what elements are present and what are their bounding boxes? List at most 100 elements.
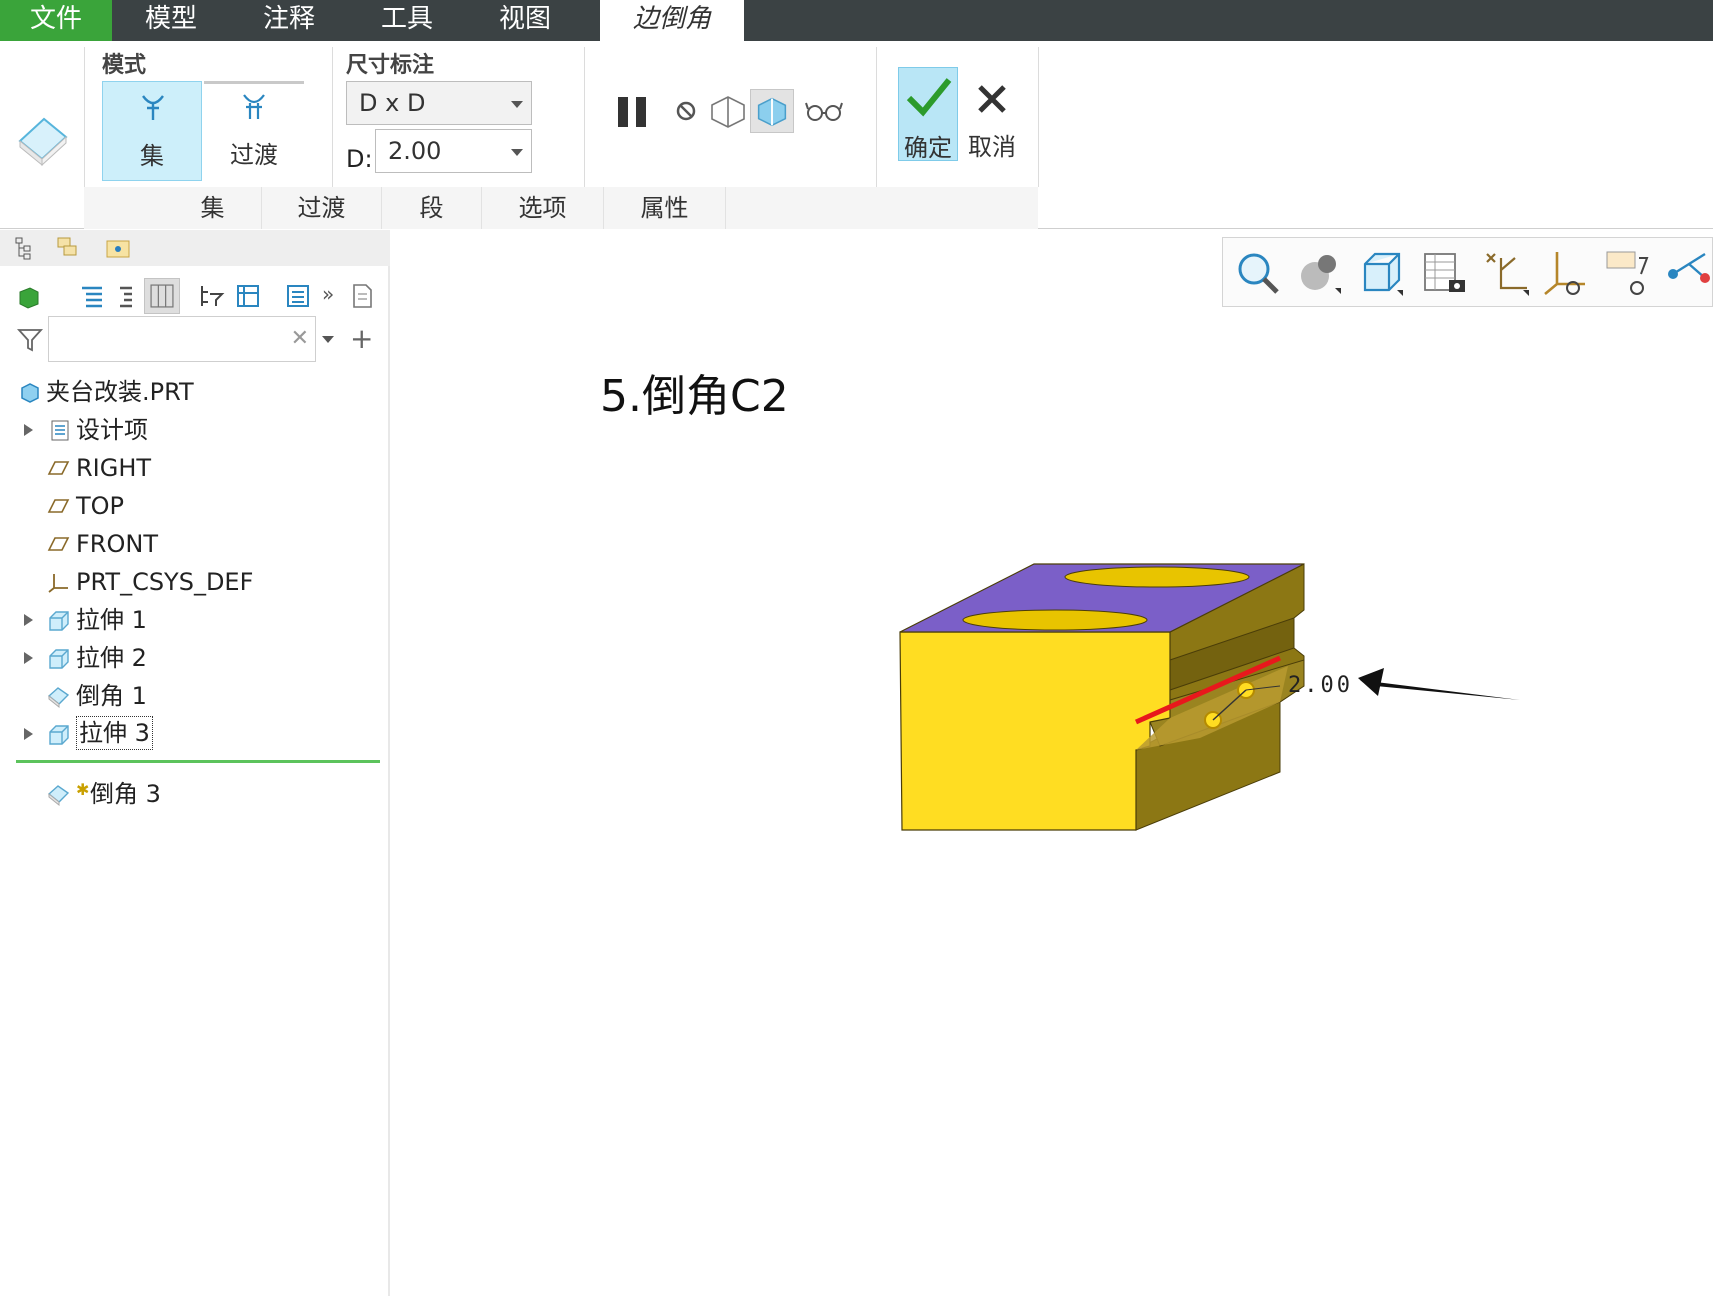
mode-transition-label: 过渡 — [230, 141, 278, 169]
cancel-label: 取消 — [968, 133, 1016, 161]
pointer-arrow-head — [1358, 668, 1384, 696]
subtab-set[interactable]: 集 — [164, 187, 262, 229]
part-model[interactable]: 2.00 — [880, 550, 1530, 930]
model-tree-tab-icon[interactable] — [12, 234, 40, 262]
checkmark-icon — [906, 78, 952, 117]
expand-arrow-icon[interactable] — [24, 424, 33, 436]
part-icon — [21, 383, 39, 403]
menu-tab-tools[interactable]: 工具 — [348, 0, 466, 41]
list-view-icon[interactable] — [284, 282, 312, 310]
more-tools-icon[interactable]: » — [322, 282, 334, 306]
datum-plane-icon — [47, 461, 70, 475]
tree-search-input[interactable]: ✕ — [48, 316, 316, 362]
extrude-icon — [49, 725, 69, 745]
show-icon[interactable] — [16, 282, 44, 310]
zoom-icon[interactable] — [1233, 248, 1283, 298]
subtab-options[interactable]: 选项 — [482, 187, 604, 229]
view-manager-icon[interactable] — [1419, 248, 1469, 298]
dashboard-subtabs: 集 过渡 段 选项 属性 — [84, 187, 1038, 229]
cancel-button[interactable]: 取消 — [962, 67, 1022, 161]
folder-browser-tab-icon[interactable] — [104, 234, 132, 262]
d-value-dropdown[interactable]: 2.00 — [375, 129, 532, 173]
verify-mode-toggle[interactable] — [750, 89, 794, 133]
filter-icon[interactable] — [16, 326, 44, 354]
separate-preview-icon[interactable] — [706, 89, 750, 133]
tree-item-label: 拉伸 3 — [76, 716, 153, 750]
search-options-dropdown-icon[interactable] — [322, 336, 334, 343]
transition-icon — [243, 94, 265, 119]
pointer-arrow — [1360, 680, 1520, 700]
hole-top-near[interactable] — [962, 609, 1148, 631]
expand-arrow-icon[interactable] — [24, 728, 33, 740]
dimension-annotation[interactable]: 2.00 — [1288, 673, 1353, 698]
menu-tab-annotate[interactable]: 注释 — [230, 0, 348, 41]
ribbon-separator — [84, 47, 85, 187]
tree-item-label: 设计项 — [76, 416, 148, 444]
tree-columns-icon[interactable] — [78, 282, 106, 310]
tree-filter-icon[interactable] — [198, 282, 226, 310]
ok-label: 确定 — [904, 134, 952, 162]
dimension-scheme-dropdown[interactable]: D x D — [346, 81, 532, 125]
chevron-down-icon — [511, 101, 523, 108]
tree-item-label: TOP — [76, 492, 125, 520]
ribbon-separator — [332, 47, 333, 187]
chamfer-icon — [47, 785, 70, 806]
document-icon[interactable] — [348, 282, 376, 310]
step-title: 5.倒角C2 — [600, 371, 789, 422]
tree-item-label: FRONT — [76, 530, 158, 558]
d-label: D: — [346, 145, 373, 173]
tree-item-label: PRT_CSYS_DEF — [76, 568, 254, 596]
close-icon — [978, 85, 1006, 113]
mode-group-label: 模式 — [102, 53, 147, 78]
expand-all-icon[interactable] — [112, 282, 140, 310]
column-setup-icon[interactable] — [234, 282, 262, 310]
edge-chamfer-feature-icon — [18, 117, 68, 167]
clear-icon[interactable]: ✕ — [291, 326, 309, 351]
mode-set-label: 集 — [140, 142, 164, 170]
add-filter-icon[interactable]: + — [350, 322, 373, 355]
subtab-transition[interactable]: 过渡 — [262, 187, 382, 229]
tree-item-label: 倒角 1 — [76, 682, 147, 710]
subtab-properties[interactable]: 属性 — [604, 187, 726, 229]
tree-item-label: RIGHT — [76, 454, 152, 482]
menu-tab-edge-chamfer[interactable]: 边倒角 — [600, 0, 744, 41]
expand-arrow-icon[interactable] — [24, 614, 33, 626]
mode-set-button[interactable]: 集 — [102, 81, 202, 181]
menu-tab-model[interactable]: 模型 — [112, 0, 230, 41]
ribbon-separator — [584, 47, 585, 187]
d-value: 2.00 — [388, 137, 442, 165]
insert-here-marker[interactable] — [16, 760, 380, 763]
tree-item-label: 拉伸 2 — [76, 644, 147, 672]
datum-display-icon[interactable] — [1481, 248, 1531, 298]
expand-arrow-icon[interactable] — [24, 652, 33, 664]
display-style-icon[interactable] — [1295, 248, 1345, 298]
datum-plane-icon — [47, 499, 70, 513]
navigator-tabs — [0, 230, 390, 266]
tree-item-label: 倒角 3 — [90, 780, 161, 808]
set-icon — [142, 95, 164, 120]
tree-item-label: 拉伸 1 — [76, 606, 147, 634]
annotation-display-icon[interactable] — [1603, 248, 1653, 298]
dimension-scheme-value: D x D — [359, 89, 426, 117]
saved-orientations-icon[interactable] — [1357, 248, 1407, 298]
extrude-icon — [49, 611, 69, 631]
subtab-segment[interactable]: 段 — [382, 187, 482, 229]
menu-tab-view[interactable]: 视图 — [466, 0, 584, 41]
ok-button[interactable]: 确定 — [898, 67, 958, 162]
pause-icon[interactable] — [612, 89, 656, 133]
csys-display-icon[interactable] — [1541, 248, 1591, 298]
datum-plane-icon — [47, 537, 70, 551]
mode-transition-button[interactable]: 过渡 — [204, 81, 304, 181]
spin-center-icon[interactable] — [1665, 248, 1713, 298]
hole-top-far[interactable] — [1064, 566, 1250, 588]
design-items-icon — [51, 420, 69, 441]
menu-tab-file[interactable]: 文件 — [0, 0, 112, 41]
extrude-icon — [49, 649, 69, 669]
no-preview-icon[interactable] — [664, 89, 708, 133]
tree-settings-toggle[interactable] — [144, 278, 180, 314]
layer-tree-tab-icon[interactable] — [54, 234, 82, 262]
tree-item-label: 夹台改装.PRT — [46, 378, 194, 406]
glasses-icon[interactable] — [802, 89, 846, 133]
ribbon: 模式 集 过渡 尺寸标注 D x D D: 2.00 确定 取消 集 过渡 段 … — [0, 41, 1713, 229]
part-front-face[interactable] — [899, 631, 1171, 831]
